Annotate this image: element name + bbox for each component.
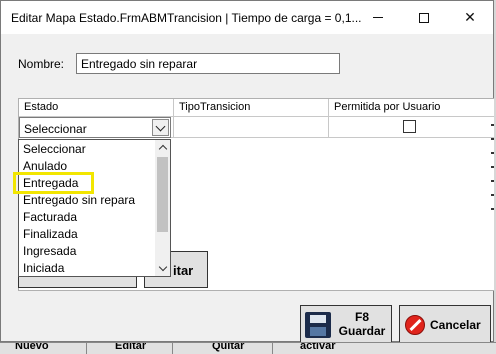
- scroll-up-button[interactable]: [155, 140, 170, 155]
- guardar-shortcut: F8: [354, 310, 369, 324]
- background-activar-button[interactable]: activar: [300, 343, 335, 352]
- stop-icon: [405, 315, 425, 335]
- estado-combobox-value: Seleccionar: [24, 122, 87, 136]
- maximize-icon: [419, 12, 429, 23]
- highlight-box: [13, 172, 94, 194]
- background-editar-button[interactable]: Editar: [115, 343, 146, 352]
- chevron-down-icon: [155, 121, 166, 131]
- estado-dropdown-list[interactable]: Seleccionar Anulado Entregada Entregado …: [18, 139, 171, 277]
- guardar-button[interactable]: F8 Guardar: [300, 305, 392, 343]
- dropdown-item[interactable]: Ingresada: [23, 243, 76, 260]
- tipo-transicion-cell[interactable]: [174, 116, 329, 137]
- maximize-button[interactable]: [401, 1, 447, 34]
- title-bar[interactable]: Editar Mapa Estado.FrmABMTrancision | Ti…: [1, 1, 493, 34]
- chevron-up-icon: [158, 144, 167, 154]
- divider: [172, 343, 173, 354]
- dropdown-item[interactable]: Entregado sin repara: [23, 192, 135, 209]
- dropdown-item[interactable]: Seleccionar: [23, 141, 86, 158]
- floppy-disk-icon: [305, 312, 331, 338]
- nombre-label: Nombre:: [18, 57, 65, 71]
- close-icon: ✕: [464, 9, 476, 25]
- dropdown-item[interactable]: Finalizada: [23, 226, 78, 243]
- divider: [86, 343, 87, 354]
- dropdown-item[interactable]: Iniciada: [23, 260, 64, 276]
- combobox-dropdown-button[interactable]: [152, 119, 169, 136]
- close-button[interactable]: ✕: [447, 1, 493, 34]
- background-toolbar: Nuevo Editar Quitar activar: [0, 342, 496, 354]
- permitida-cell[interactable]: [329, 116, 495, 137]
- background-nuevo-button[interactable]: Nuevo: [15, 343, 49, 352]
- scrollbar-thumb[interactable]: [157, 157, 168, 232]
- dropdown-scrollbar[interactable]: [155, 140, 170, 276]
- divider: [272, 343, 273, 354]
- guardar-label: Guardar: [338, 324, 386, 338]
- minimize-button[interactable]: [355, 1, 401, 34]
- dropdown-item[interactable]: Facturada: [23, 209, 77, 226]
- cancelar-label: Cancelar: [430, 318, 481, 332]
- nombre-input[interactable]: [76, 53, 340, 74]
- window-title: Editar Mapa Estado.FrmABMTrancision | Ti…: [11, 11, 362, 25]
- minimize-icon: [373, 17, 383, 18]
- chevron-down-icon: [158, 262, 167, 272]
- grid-header: Estado TipoTransicion Permitida por Usua…: [19, 99, 495, 117]
- scroll-down-button[interactable]: [155, 261, 170, 276]
- estado-combobox[interactable]: Seleccionar: [19, 117, 171, 138]
- permitida-checkbox[interactable]: [403, 120, 416, 133]
- cancelar-button[interactable]: Cancelar: [399, 305, 491, 343]
- column-header-estado[interactable]: Estado: [19, 99, 174, 116]
- column-header-permitida-por-usuario[interactable]: Permitida por Usuario: [329, 99, 495, 116]
- edit-state-map-window: Editar Mapa Estado.FrmABMTrancision | Ti…: [0, 0, 496, 343]
- hidden-edit-button-label: itar: [173, 263, 194, 278]
- background-quitar-button[interactable]: Quitar: [212, 343, 244, 352]
- column-header-tipo-transicion[interactable]: TipoTransicion: [174, 99, 329, 116]
